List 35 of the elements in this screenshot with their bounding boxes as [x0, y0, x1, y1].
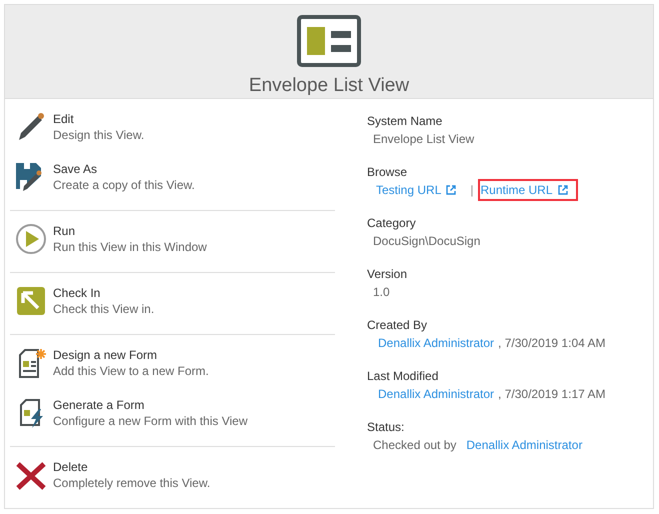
field-label: Created By: [367, 317, 428, 334]
action-title[interactable]: Run: [53, 223, 207, 239]
field-label: Status:: [367, 419, 406, 436]
check-in-icon: [15, 285, 47, 317]
field-label: Version: [367, 266, 408, 283]
link-separator: |: [470, 182, 474, 199]
action-title[interactable]: Delete: [53, 459, 210, 475]
timestamp: , 7/30/2019 1:04 AM: [498, 335, 606, 352]
action-title[interactable]: Save As: [53, 161, 195, 177]
action-description: Design this View.: [53, 127, 144, 143]
action-description: Create a copy of this View.: [53, 177, 195, 193]
action-description: Run this View in this Window: [53, 239, 207, 255]
action-description: Completely remove this View.: [53, 475, 210, 491]
action-description: Configure a new Form with this View: [53, 413, 248, 429]
field-value: 1.0: [373, 284, 390, 301]
field-value: Envelope List View: [373, 131, 474, 148]
action-title[interactable]: Generate a Form: [53, 397, 248, 413]
field-label: Browse: [367, 164, 408, 181]
action-description: Check this View in.: [53, 301, 154, 317]
timestamp: , 7/30/2019 1:17 AM: [498, 386, 606, 403]
play-icon: [15, 223, 47, 255]
view-title: Envelope List View: [248, 75, 410, 97]
field-label: System Name: [367, 113, 444, 130]
field-label: Last Modified: [367, 368, 440, 385]
external-link-icon: [446, 185, 456, 195]
action-title[interactable]: Edit: [53, 111, 144, 127]
action-title[interactable]: Check In: [53, 285, 154, 301]
delete-icon: [15, 459, 47, 491]
field-label: Category: [367, 215, 417, 232]
status-text: Checked out by: [373, 437, 456, 454]
list-view-icon: [297, 15, 361, 67]
action-title[interactable]: Design a new Form: [53, 347, 209, 363]
action-description: Add this View to a new Form.: [53, 363, 209, 379]
external-link-icon: [558, 185, 568, 195]
field-value: DocuSign\DocuSign: [373, 233, 480, 250]
